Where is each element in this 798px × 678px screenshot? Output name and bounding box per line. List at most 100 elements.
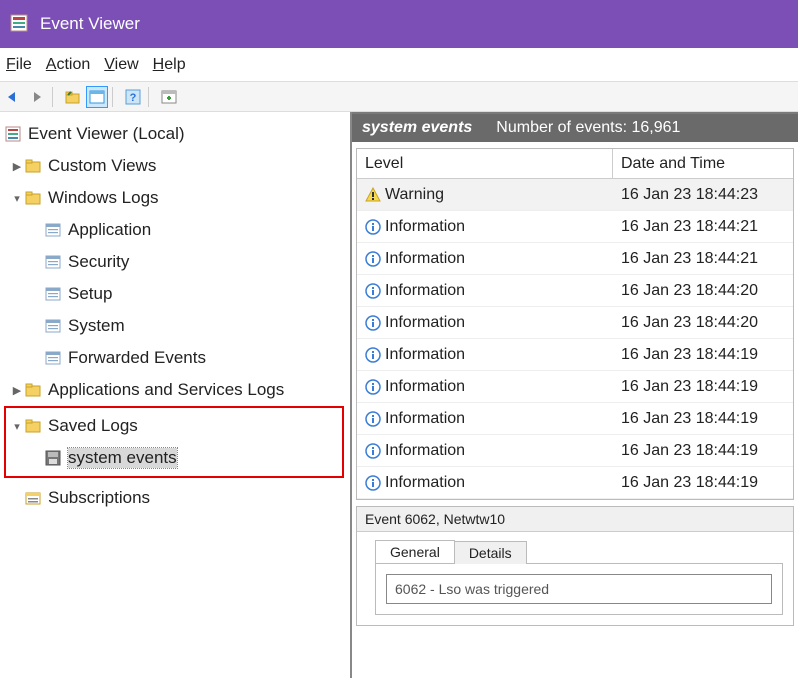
level-text: Information: [385, 378, 465, 396]
column-level[interactable]: Level: [357, 149, 613, 178]
tree-label: Subscriptions: [48, 488, 150, 508]
menu-bar: File Action View Help: [0, 48, 798, 82]
tree-log-item[interactable]: Application: [4, 214, 346, 246]
tree-subscriptions[interactable]: Subscriptions: [4, 482, 346, 514]
log-name: system events: [362, 119, 472, 137]
table-row[interactable]: Information16 Jan 23 18:44:19: [357, 435, 793, 467]
tree-root-label: Event Viewer (Local): [28, 124, 185, 144]
toolbar: ?: [0, 82, 798, 112]
content-pane: system events Number of events: 16,961 L…: [352, 112, 798, 678]
info-icon: [365, 475, 381, 491]
app-icon: [10, 14, 30, 34]
log-icon: [44, 253, 62, 271]
log-icon: [44, 349, 62, 367]
date-text: 16 Jan 23 18:44:21: [613, 218, 793, 236]
folder-icon: [24, 157, 42, 175]
info-icon: [365, 315, 381, 331]
log-count: Number of events: 16,961: [496, 119, 680, 137]
date-text: 16 Jan 23 18:44:20: [613, 282, 793, 300]
folder-icon: [24, 417, 42, 435]
date-text: 16 Jan 23 18:44:19: [613, 410, 793, 428]
info-icon: [365, 379, 381, 395]
warning-icon: [365, 187, 381, 203]
level-text: Information: [385, 474, 465, 492]
disk-icon: [44, 449, 62, 467]
info-icon: [365, 443, 381, 459]
caret-down-icon: ▾: [10, 420, 24, 433]
nav-back-button[interactable]: [2, 86, 24, 108]
level-text: Information: [385, 314, 465, 332]
date-text: 16 Jan 23 18:44:23: [613, 186, 793, 204]
table-row[interactable]: Warning 16 Jan 23 18:44:23: [357, 179, 793, 211]
tree-label: System: [68, 316, 125, 336]
properties-button[interactable]: [86, 86, 108, 108]
table-row[interactable]: Information 16 Jan 23 18:44:19: [357, 467, 793, 499]
tree-label: Setup: [68, 284, 112, 304]
svg-text:?: ?: [130, 92, 137, 104]
menu-file[interactable]: File: [6, 56, 32, 74]
tree-pane: Event Viewer (Local) ▶ Custom Views ▾ Wi…: [0, 112, 352, 678]
level-text: Information: [385, 282, 465, 300]
tree-label: Security: [68, 252, 129, 272]
detail-message: 6062 - Lso was triggered: [386, 574, 772, 604]
tree-label: Custom Views: [48, 156, 156, 176]
nav-forward-button[interactable]: [26, 86, 48, 108]
help-button[interactable]: ?: [122, 86, 144, 108]
info-icon: [365, 251, 381, 267]
tree-saved-logs[interactable]: ▾ Saved Logs: [6, 410, 338, 442]
caret-down-icon: ▾: [10, 192, 24, 205]
tab-details[interactable]: Details: [454, 541, 527, 564]
tree-log-item[interactable]: System: [4, 310, 346, 342]
table-row[interactable]: Information 16 Jan 23 18:44:21: [357, 211, 793, 243]
level-text: Information: [385, 346, 465, 364]
detail-pane: Event 6062, Netwtw10 General Details 606…: [356, 506, 794, 626]
folder-icon: [24, 381, 42, 399]
info-icon: [365, 219, 381, 235]
table-row[interactable]: Information 16 Jan 23 18:44:20: [357, 275, 793, 307]
date-text: 16 Jan 23 18:44:19: [613, 346, 793, 364]
table-row[interactable]: Information 16 Jan 23 18:44:19: [357, 339, 793, 371]
level-text: Warning: [385, 186, 444, 204]
table-row[interactable]: Information16 Jan 23 18:44:21: [357, 243, 793, 275]
detail-title: Event 6062, Netwtw10: [357, 507, 793, 532]
table-header: Level Date and Time: [357, 149, 793, 179]
level-text: Information: [385, 442, 465, 460]
date-text: 16 Jan 23 18:44:20: [613, 314, 793, 332]
info-icon: [365, 411, 381, 427]
table-row[interactable]: Information 16 Jan 23 18:44:20: [357, 307, 793, 339]
log-icon: [44, 285, 62, 303]
tree-log-item[interactable]: Setup: [4, 278, 346, 310]
preview-button[interactable]: [158, 86, 180, 108]
log-header: system events Number of events: 16,961: [352, 112, 798, 142]
tree-label: system events: [68, 448, 177, 468]
menu-help[interactable]: Help: [153, 56, 186, 74]
tree-root[interactable]: Event Viewer (Local): [4, 118, 346, 150]
tree-windows-logs[interactable]: ▾ Windows Logs: [4, 182, 346, 214]
tree-apps-services-logs[interactable]: ▶ Applications and Services Logs: [4, 374, 346, 406]
open-button[interactable]: [62, 86, 84, 108]
tree-label: Windows Logs: [48, 188, 159, 208]
date-text: 16 Jan 23 18:44:19: [613, 378, 793, 396]
tree-label: Forwarded Events: [68, 348, 206, 368]
menu-action[interactable]: Action: [46, 56, 90, 74]
menu-view[interactable]: View: [104, 56, 138, 74]
folder-icon: [24, 189, 42, 207]
column-date[interactable]: Date and Time: [613, 155, 793, 173]
tree-custom-views[interactable]: ▶ Custom Views: [4, 150, 346, 182]
caret-icon: ▶: [10, 384, 24, 397]
date-text: 16 Jan 23 18:44:19: [613, 474, 793, 492]
highlight-annotation: ▾ Saved Logs system events: [4, 406, 344, 478]
tab-general[interactable]: General: [375, 540, 455, 563]
log-icon: [44, 221, 62, 239]
table-row[interactable]: Information 16 Jan 23 18:44:19: [357, 371, 793, 403]
title-bar: Event Viewer: [0, 0, 798, 48]
tree-log-item[interactable]: Security: [4, 246, 346, 278]
window-title: Event Viewer: [40, 14, 140, 34]
level-text: Information: [385, 218, 465, 236]
caret-icon: ▶: [10, 160, 24, 173]
tree-label: Applications and Services Logs: [48, 380, 284, 400]
tree-log-item[interactable]: Forwarded Events: [4, 342, 346, 374]
tree-saved-log-item[interactable]: system events: [6, 442, 338, 474]
detail-tabs: General Details: [375, 540, 793, 563]
table-row[interactable]: Information16 Jan 23 18:44:19: [357, 403, 793, 435]
